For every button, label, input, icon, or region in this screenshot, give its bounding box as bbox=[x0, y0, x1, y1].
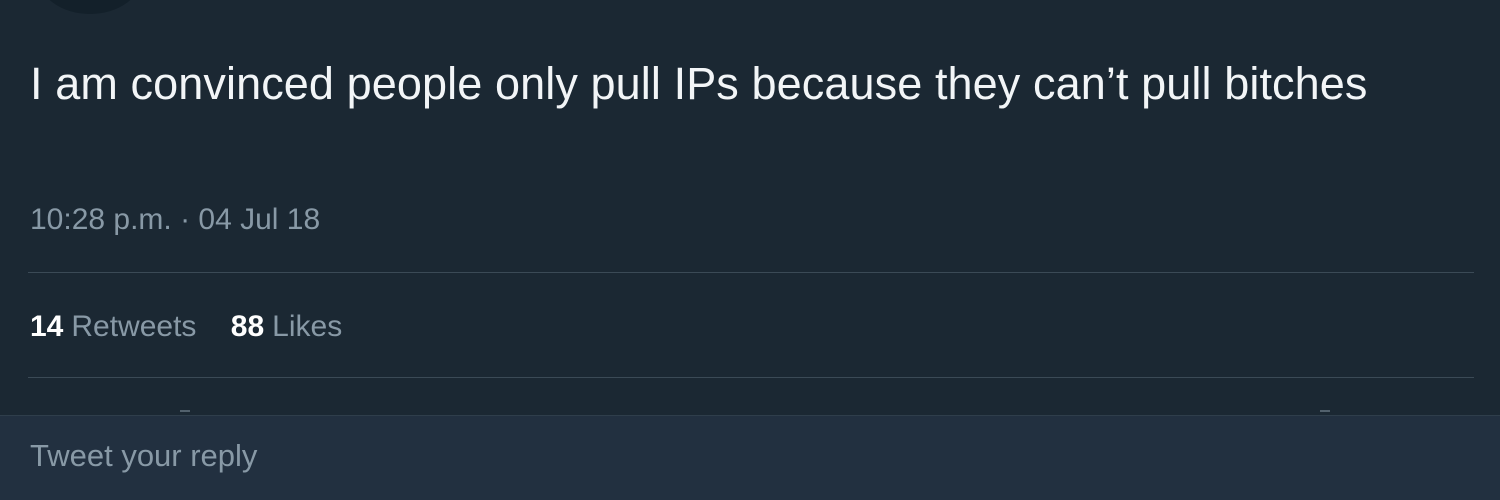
likes-count: 88 bbox=[230, 310, 265, 343]
likes-count-link[interactable]: 88 Likes bbox=[231, 308, 342, 346]
likes-label: Likes bbox=[272, 310, 343, 343]
tweet-detail-view: I am convinced people only pull IPs beca… bbox=[0, 0, 1500, 500]
retweets-count-link[interactable]: 14 Retweets bbox=[30, 308, 196, 346]
partial-action-icon[interactable] bbox=[1320, 410, 1330, 412]
tweet-stats: 14 Retweets 88 Likes bbox=[30, 308, 368, 346]
partial-action-icon[interactable] bbox=[180, 410, 190, 412]
bottom-divider bbox=[28, 377, 1474, 378]
avatar[interactable] bbox=[38, 0, 142, 14]
top-divider bbox=[28, 272, 1474, 273]
reply-input[interactable] bbox=[30, 436, 1030, 476]
tweet-timestamp[interactable]: 10:28 p.m. · 04 Jul 18 bbox=[30, 202, 320, 238]
tweet-text: I am convinced people only pull IPs beca… bbox=[30, 58, 1368, 109]
retweets-label: Retweets bbox=[71, 310, 197, 343]
retweets-count: 14 bbox=[30, 310, 64, 343]
